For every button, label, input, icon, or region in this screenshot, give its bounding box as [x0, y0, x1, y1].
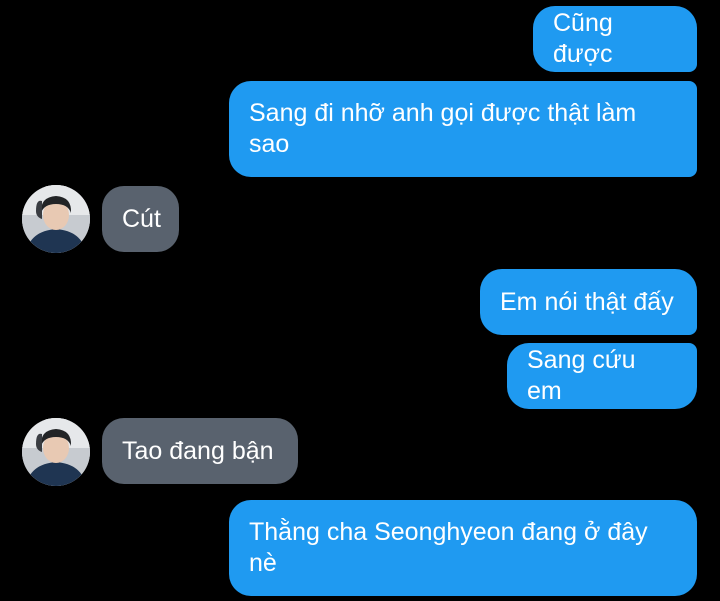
message-bubble-outgoing[interactable]: Sang cứu em	[507, 343, 697, 409]
message-text: Sang cứu em	[527, 346, 636, 405]
message-text: Thằng cha Seonghyeon đang ở đây nè	[249, 518, 648, 577]
message-text: Sang đi nhỡ anh gọi được thật làm sao	[249, 99, 637, 158]
message-bubble-outgoing[interactable]: Em nói thật đấy	[480, 269, 697, 335]
message-bubble-outgoing[interactable]: Sang đi nhỡ anh gọi được thật làm sao	[229, 81, 697, 177]
message-bubble-outgoing[interactable]: Cũng được	[533, 6, 697, 72]
message-bubble-incoming[interactable]: Cút	[102, 186, 179, 252]
user-avatar-photo-icon	[22, 185, 90, 253]
message-text: Em nói thật đấy	[500, 287, 674, 316]
message-text: Tao đang bận	[122, 436, 274, 465]
user-avatar-photo-icon	[22, 418, 90, 486]
contact-avatar[interactable]	[22, 418, 90, 486]
contact-avatar[interactable]	[22, 185, 90, 253]
message-bubble-incoming[interactable]: Tao đang bận	[102, 418, 298, 484]
message-bubble-outgoing[interactable]: Thằng cha Seonghyeon đang ở đây nè	[229, 500, 697, 596]
message-text: Cút	[122, 204, 161, 233]
message-text: Cũng được	[553, 9, 613, 68]
